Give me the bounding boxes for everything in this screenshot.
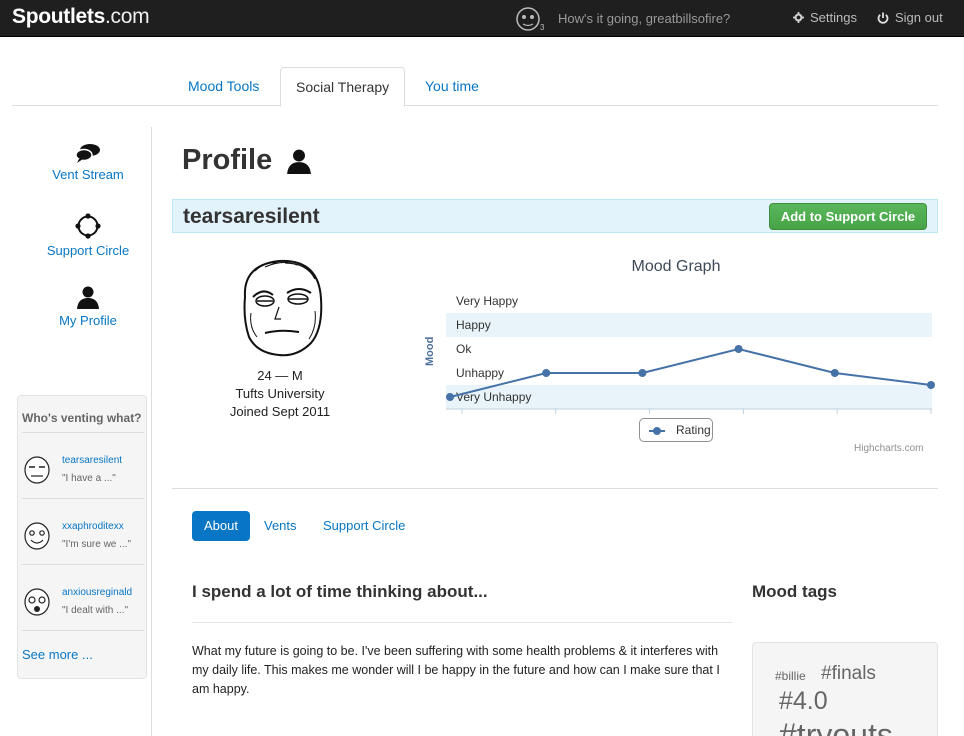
sidebar-item-label: My Profile: [59, 313, 117, 328]
tab-vents[interactable]: Vents: [252, 511, 309, 541]
profile-age-sex: 24 — M: [257, 368, 303, 383]
data-point[interactable]: [830, 369, 839, 377]
mood-graph: Mood Graph Very Happy Happy Ok Unhappy V…: [420, 253, 940, 463]
see-more-link[interactable]: See more ...: [22, 647, 93, 662]
about-heading: I spend a lot of time thinking about...: [192, 582, 488, 601]
sidebar-item-label: Support Circle: [46, 243, 130, 258]
about-divider: [192, 622, 732, 623]
data-point[interactable]: [638, 369, 647, 377]
mood-tags-cloud: #billie #finals #4.0 #tryouts: [752, 642, 938, 736]
tab-about[interactable]: About: [192, 511, 250, 541]
sidebar-item-label: Vent Stream: [52, 167, 124, 182]
mood-tags-heading: Mood tags: [752, 582, 837, 601]
signout-label: Sign out: [895, 10, 943, 25]
vent-username[interactable]: tearsaresilent: [62, 455, 122, 466]
speech-bubbles-icon: [75, 144, 100, 163]
profile-title-text: Profile: [182, 144, 273, 176]
greeting-text: How's it going, greatbillsofire?: [558, 11, 731, 26]
venting-panel: Who's venting what? tearsaresilent "I ha…: [17, 395, 147, 679]
chart-credit[interactable]: Highcharts.com: [854, 443, 923, 454]
vent-snippet: "I have a ...": [62, 473, 116, 484]
venting-divider: [22, 630, 144, 631]
profile-joined: Joined Sept 2011: [229, 404, 331, 419]
signout-link[interactable]: Sign out: [877, 10, 943, 25]
add-to-support-circle-button[interactable]: Add to Support Circle: [769, 203, 927, 230]
data-point[interactable]: [734, 345, 743, 353]
svg-text:3: 3: [540, 23, 545, 32]
chart-plot: [446, 345, 935, 414]
tab-social-therapy[interactable]: Social Therapy: [280, 67, 406, 107]
sidebar-item-support-circle[interactable]: Support Circle: [12, 213, 164, 258]
mood-tag[interactable]: #4.0: [779, 687, 828, 716]
avatar: [24, 456, 50, 484]
circle-icon: [75, 213, 101, 239]
mood-tag[interactable]: #billie: [775, 669, 806, 683]
legend-label: Rating: [676, 423, 711, 437]
data-point[interactable]: [542, 369, 551, 377]
brand-suffix: .com: [104, 5, 150, 28]
vent-snippet: "I'm sure we ...": [62, 539, 132, 550]
person-icon: [77, 286, 99, 309]
mood-tag[interactable]: #tryouts: [779, 717, 893, 736]
brand-name: Spoutlets: [12, 5, 105, 28]
vent-username[interactable]: anxiousreginald: [62, 587, 132, 598]
top-navbar: Spoutlets.com 3 How's it going, greatbil…: [0, 0, 964, 37]
power-icon: [877, 12, 889, 24]
settings-label: Settings: [810, 10, 857, 25]
settings-link[interactable]: Settings: [793, 10, 857, 25]
profile-name-bar: tearsaresilent Add to Support Circle: [172, 199, 938, 233]
data-point[interactable]: [446, 393, 454, 401]
profile-school: Tufts University: [235, 386, 325, 401]
list-item[interactable]: xxaphroditexx "I'm sure we ...": [22, 498, 144, 564]
series-line-rating: [449, 347, 932, 398]
sidebar-item-my-profile[interactable]: My Profile: [12, 285, 164, 328]
tab-you-time[interactable]: You time: [410, 67, 494, 107]
list-item[interactable]: tearsaresilent "I have a ...": [22, 432, 144, 498]
user-face-icon[interactable]: 3: [514, 6, 546, 32]
data-point[interactable]: [927, 381, 935, 389]
tab-mood-tools[interactable]: Mood Tools: [173, 67, 274, 107]
avatar: [24, 522, 50, 550]
section-divider: [172, 488, 938, 489]
profile-avatar: [243, 259, 323, 357]
main-tabs: Mood Tools Social Therapy You time: [12, 66, 938, 107]
profile-username: tearsaresilent: [183, 205, 320, 228]
vent-username[interactable]: xxaphroditexx: [62, 521, 124, 532]
legend-marker: [653, 427, 661, 435]
vent-snippet: "I dealt with ...": [62, 605, 129, 616]
brand-logo[interactable]: Spoutlets.com: [12, 5, 150, 29]
sidebar-item-vent-stream[interactable]: Vent Stream: [12, 143, 164, 182]
tab-support-circle[interactable]: Support Circle: [311, 511, 417, 541]
about-body: What my future is going to be. I've been…: [192, 644, 720, 696]
list-item[interactable]: anxiousreginald "I dealt with ...": [22, 564, 144, 630]
person-icon: [287, 149, 312, 174]
gear-icon: [793, 12, 804, 23]
chart-legend[interactable]: Rating: [639, 418, 713, 442]
avatar: [24, 588, 50, 616]
mood-tag[interactable]: #finals: [821, 663, 876, 685]
page-title: Profile: [182, 144, 312, 177]
venting-title: Who's venting what?: [22, 411, 142, 425]
